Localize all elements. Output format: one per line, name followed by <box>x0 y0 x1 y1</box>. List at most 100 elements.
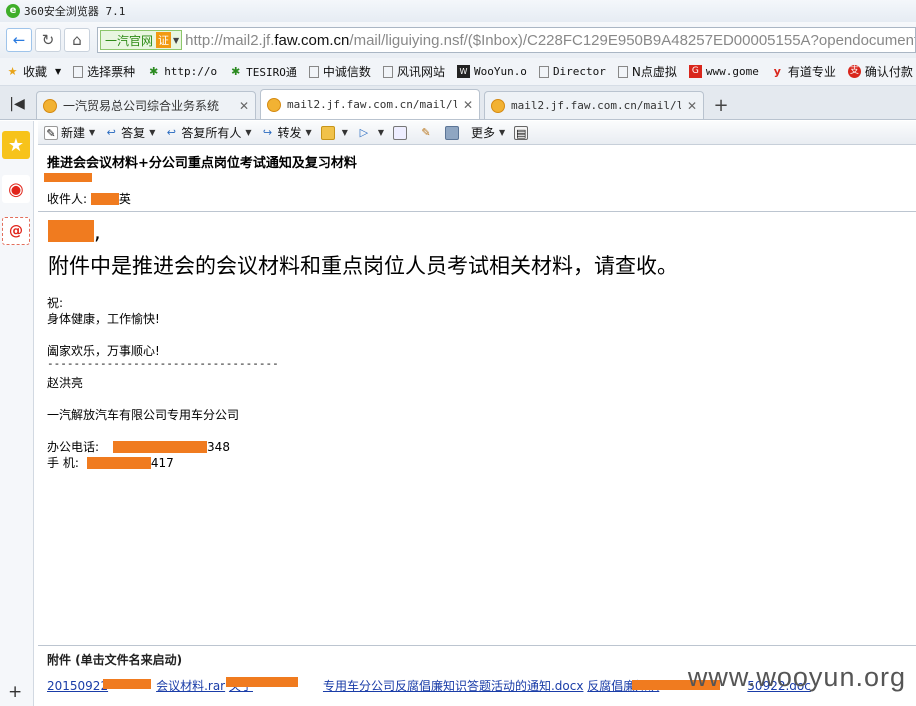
tab-scroll-left-button[interactable]: |◀ <box>4 89 30 119</box>
reply-button[interactable]: ↩ 答复 ▼ <box>104 124 156 141</box>
recipient-line: 收件人: 英 <box>47 192 131 206</box>
greeting: , <box>48 220 101 244</box>
tab-item-active[interactable]: mail2.jf.faw.com.cn/mail/lig ✕ <box>260 89 480 119</box>
tab-item[interactable]: 一汽贸易总公司综合业务系统 ✕ <box>36 91 256 119</box>
redaction-mask <box>86 457 151 469</box>
bookmark-item[interactable]: 支确认付款 <box>847 63 913 80</box>
main-message: 附件中是推进会的会议材料和重点岗位人员考试相关材料，请查收。 <box>48 254 678 278</box>
gear-icon: ✱ <box>149 65 159 78</box>
print-button[interactable]: ▤ <box>514 125 531 140</box>
chevron-down-icon: ▼ <box>173 35 180 45</box>
close-icon[interactable]: ✕ <box>239 99 249 113</box>
bookmark-item[interactable]: 中诚信数 <box>308 63 371 80</box>
page-icon <box>382 65 393 78</box>
bookmark-item[interactable]: y 有道专业 <box>771 63 836 80</box>
sender-name: 赵洪亮 <box>47 376 84 390</box>
mail-toolbar: ✎ 新建 ▼ ↩ 答复 ▼ ↩ 答复所有人 ▼ ↪ 转发 ▼ ▼ ▷ ▼ ✎ 更多 ▼ ▤ <box>38 121 916 145</box>
new-document-icon: ✎ <box>44 125 58 140</box>
back-button[interactable]: ← <box>6 28 32 52</box>
mobile-phone: 手 机: 417 <box>47 456 174 470</box>
refresh-button[interactable]: ↻ <box>35 28 61 52</box>
star-icon: ★ <box>7 65 18 78</box>
tab-label: mail2.jf.faw.com.cn/mail/lig <box>511 99 681 112</box>
plus-icon[interactable]: + <box>8 682 22 702</box>
folder-icon <box>320 125 335 140</box>
bookmark-item[interactable]: W WooYun.o <box>456 65 527 78</box>
alipay-icon: 支 <box>847 65 861 78</box>
tab-label: mail2.jf.faw.com.cn/mail/lig <box>287 98 457 111</box>
new-tab-button[interactable]: + <box>708 91 734 119</box>
attachments-divider <box>38 645 916 646</box>
left-sidebar: ★ ◉ @ + <box>0 121 34 706</box>
attachments-title: 附件 (单击文件名来启动) <box>47 653 183 667</box>
edit-button[interactable]: ✎ <box>419 126 436 140</box>
redaction-mask <box>48 220 94 242</box>
bookmark-item[interactable]: 选择票种 <box>73 63 135 80</box>
bookmarks-bar: ★ 收藏 ▼ 选择票种 ✱ http://o ✱ TESIRO通 中诚信数 风讯网站 W… <box>0 58 916 86</box>
tab-strip: |◀ 一汽贸易总公司综合业务系统 ✕ mail2.jf.faw.com.cn/m… <box>0 86 916 120</box>
address-row: ← ↻ ⌂ 一汽官网 证 ▼ http://mail2.jf.faw.com.c… <box>0 22 916 58</box>
trash-icon <box>445 125 459 140</box>
browser-title-bar: e 360安全浏览器 7.1 <box>0 0 916 22</box>
favorites-star-icon[interactable]: ★ <box>2 131 30 159</box>
browser-title: 360安全浏览器 7.1 <box>24 5 126 18</box>
redaction-mask <box>113 441 208 453</box>
more-button[interactable]: 更多 ▼ <box>471 124 505 141</box>
view-button[interactable] <box>393 125 410 140</box>
bookmark-item[interactable]: 风讯网站 <box>382 63 445 80</box>
redaction-mask <box>90 193 119 205</box>
certificate-icon: 证 <box>156 32 172 48</box>
wish-line-1: 身体健康，工作愉快! <box>47 312 160 326</box>
delete-button[interactable] <box>445 125 462 140</box>
redaction-mask <box>226 677 298 687</box>
company-name: 一汽解放汽车有限公司专用车分公司 <box>47 408 240 422</box>
folder-button[interactable]: ▼ <box>320 125 348 140</box>
favicon-icon <box>491 98 505 113</box>
new-button[interactable]: ✎ 新建 ▼ <box>44 124 95 141</box>
edit-icon: ✎ <box>421 125 431 139</box>
refresh-icon: ↻ <box>41 31 55 49</box>
bookmark-item[interactable]: N点虚拟 <box>617 63 677 80</box>
plus-icon: + <box>713 94 729 116</box>
flag-icon: ▷ <box>359 125 369 139</box>
mail-body: , 附件中是推进会的会议材料和重点岗位人员考试相关材料，请查收。 祝: 身体健康… <box>38 212 916 645</box>
page-icon <box>617 65 628 78</box>
wooyun-icon: W <box>456 65 470 78</box>
page-icon <box>73 65 84 78</box>
home-icon: ⌂ <box>72 31 82 49</box>
gear-icon: ✱ <box>231 65 241 78</box>
close-icon[interactable]: ✕ <box>463 98 473 112</box>
office-phone: 办公电话: 348 <box>47 440 230 454</box>
arrow-left-icon: ← <box>12 31 26 49</box>
close-icon[interactable]: ✕ <box>687 99 697 113</box>
weibo-icon[interactable]: ◉ <box>2 175 30 203</box>
reply-icon: ↩ <box>106 125 116 139</box>
mail-at-icon[interactable]: @ <box>2 217 30 245</box>
page-icon <box>308 65 319 78</box>
reply-all-button[interactable]: ↩ 答复所有人 ▼ <box>164 124 252 141</box>
url-text[interactable]: http://mail2.jf.faw.com.cn/mail/liguiyin… <box>185 32 915 49</box>
address-bar[interactable]: 一汽官网 证 ▼ http://mail2.jf.faw.com.cn/mail… <box>97 27 916 53</box>
bookmark-item[interactable]: Gwww.gome <box>688 65 759 78</box>
follow-up-button[interactable]: ▷ ▼ <box>357 126 384 140</box>
tab-item[interactable]: mail2.jf.faw.com.cn/mail/lig ✕ <box>484 91 704 119</box>
site-badge[interactable]: 一汽官网 证 ▼ <box>100 30 183 50</box>
wish-label: 祝: <box>47 296 64 310</box>
redaction-mask <box>103 679 151 689</box>
reply-all-icon: ↩ <box>166 125 176 139</box>
favicon-icon <box>267 97 281 112</box>
forward-button[interactable]: ↪ 转发 ▼ <box>261 124 312 141</box>
page-icon <box>538 65 549 78</box>
bookmark-item[interactable]: Director <box>538 65 606 78</box>
bookmark-item[interactable]: ✱ http://o <box>147 65 217 78</box>
sender-redacted <box>44 173 92 182</box>
signature-separator: ----------------------------------- <box>47 357 279 370</box>
home-button[interactable]: ⌂ <box>64 28 90 52</box>
gome-icon: G <box>688 65 702 78</box>
bookmark-item[interactable]: ✱ TESIRO通 <box>229 64 297 80</box>
chevron-left-icon: |◀ <box>9 96 25 112</box>
mail-subject: 推进会会议材料+分公司重点岗位考试通知及复习材料 <box>47 156 357 171</box>
bookmark-favorites[interactable]: ★ 收藏 ▼ <box>6 63 62 80</box>
window-icon <box>393 125 407 140</box>
site-badge-label: 一汽官网 <box>105 33 154 48</box>
